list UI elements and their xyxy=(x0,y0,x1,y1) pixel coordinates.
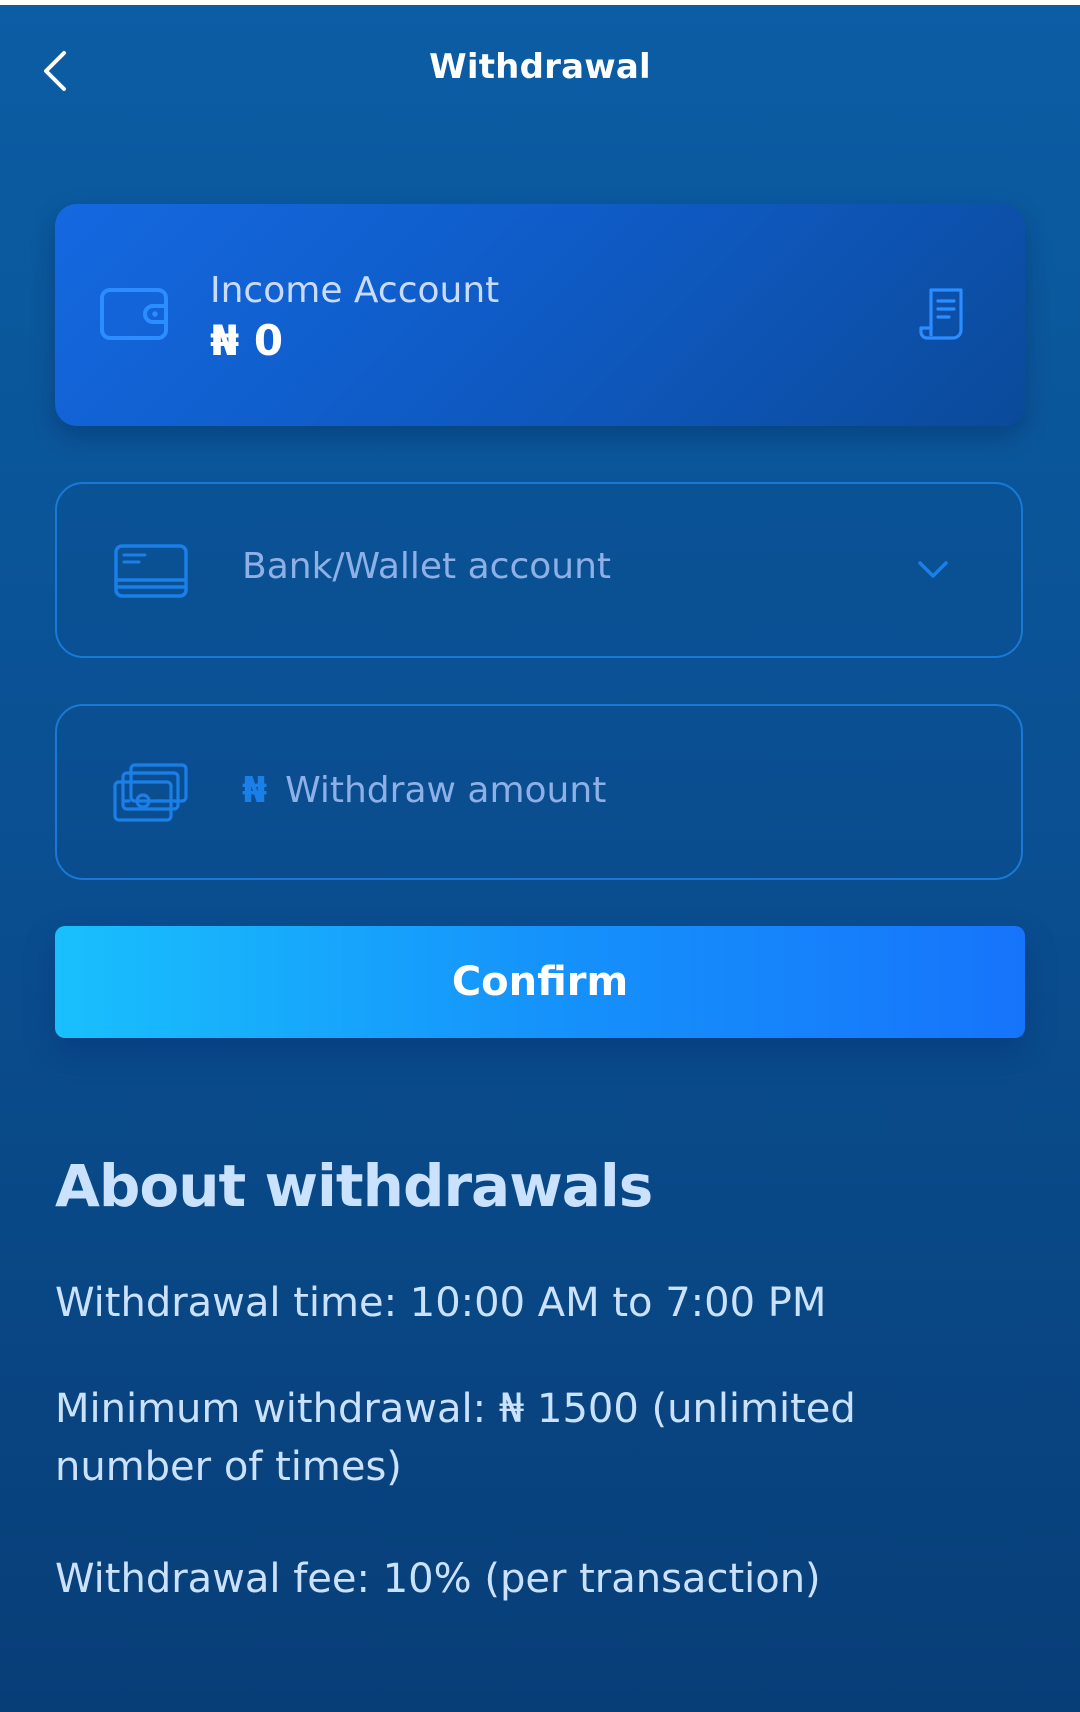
bank-wallet-select[interactable]: Bank/Wallet account xyxy=(55,482,1023,658)
page-title: Withdrawal xyxy=(429,47,651,87)
income-balance: ₦ 0 xyxy=(210,316,284,365)
wallet-icon xyxy=(100,288,168,340)
amount-input-wrap: ₦ xyxy=(242,760,886,820)
income-account-card: Income Account ₦ 0 xyxy=(55,204,1025,426)
about-withdrawal-time: Withdrawal time: 10:00 AM to 7:00 PM xyxy=(55,1280,827,1326)
about-minimum-withdrawal: Minimum withdrawal: ₦ 1500 (unlimited nu… xyxy=(55,1386,856,1490)
confirm-button[interactable]: Confirm xyxy=(55,926,1025,1038)
about-section-title: About withdrawals xyxy=(55,1152,653,1220)
withdraw-amount-field: ₦ xyxy=(55,704,1023,880)
chevron-down-icon xyxy=(918,561,948,578)
withdrawal-records-button[interactable] xyxy=(919,286,967,342)
currency-prefix: ₦ xyxy=(242,769,268,811)
header-bar: Withdrawal xyxy=(0,5,1080,133)
withdraw-amount-input[interactable] xyxy=(285,769,886,811)
credit-card-icon xyxy=(114,544,188,598)
cash-stack-icon xyxy=(113,763,188,822)
about-withdrawal-fee: Withdrawal fee: 10% (per transaction) xyxy=(55,1556,821,1602)
bank-wallet-placeholder: Bank/Wallet account xyxy=(242,546,612,587)
income-account-label: Income Account xyxy=(210,270,500,311)
receipt-icon xyxy=(919,288,963,340)
